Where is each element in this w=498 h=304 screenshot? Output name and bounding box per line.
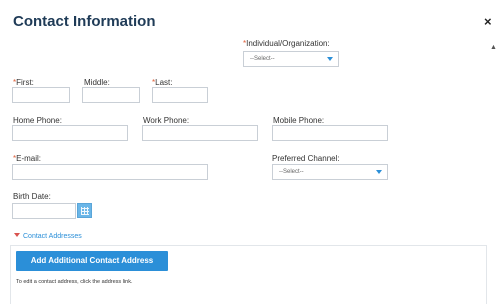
contact-addresses-label: Contact Addresses xyxy=(23,233,82,240)
individual-org-select[interactable]: --Select-- xyxy=(243,51,339,67)
last-label: *Last: xyxy=(152,78,172,87)
individual-org-label: *Individual/Organization: xyxy=(243,39,330,48)
edit-address-hint: To edit a contact address, click the add… xyxy=(16,279,133,285)
last-label-text: Last: xyxy=(155,78,173,87)
contact-addresses-toggle[interactable]: Contact Addresses xyxy=(14,233,82,240)
calendar-grid-glyph xyxy=(81,207,89,215)
calendar-icon[interactable] xyxy=(77,203,92,218)
work-phone-input[interactable] xyxy=(142,125,258,141)
middle-label: Middle: xyxy=(84,78,110,87)
first-label-text: First: xyxy=(16,78,34,87)
chevron-down-icon xyxy=(327,57,333,61)
mobile-phone-input[interactable] xyxy=(272,125,388,141)
preferred-channel-select[interactable]: --Select-- xyxy=(272,164,388,180)
first-name-input[interactable] xyxy=(12,87,70,103)
individual-org-value: --Select-- xyxy=(250,56,275,62)
first-label: *First: xyxy=(13,78,34,87)
email-input[interactable] xyxy=(12,164,208,180)
close-icon[interactable]: × xyxy=(484,14,492,29)
birth-date-label: Birth Date: xyxy=(13,192,51,201)
email-label: *E-mail: xyxy=(13,154,41,163)
birth-date-input[interactable] xyxy=(12,203,76,219)
scroll-up-icon[interactable]: ▲ xyxy=(490,44,497,51)
chevron-down-icon xyxy=(376,170,382,174)
caret-down-icon xyxy=(14,233,20,237)
home-phone-input[interactable] xyxy=(12,125,128,141)
email-label-text: E-mail: xyxy=(16,154,42,163)
last-name-input[interactable] xyxy=(152,87,208,103)
middle-name-input[interactable] xyxy=(82,87,140,103)
work-phone-label: Work Phone: xyxy=(143,116,190,125)
preferred-channel-value: --Select-- xyxy=(279,169,304,175)
add-contact-address-button[interactable]: Add Additional Contact Address xyxy=(16,251,168,271)
preferred-channel-label: Preferred Channel: xyxy=(272,154,340,163)
mobile-phone-label: Mobile Phone: xyxy=(273,116,325,125)
individual-org-label-text: Individual/Organization: xyxy=(246,39,330,48)
home-phone-label: Home Phone: xyxy=(13,116,62,125)
dialog-title: Contact Information xyxy=(13,13,156,30)
